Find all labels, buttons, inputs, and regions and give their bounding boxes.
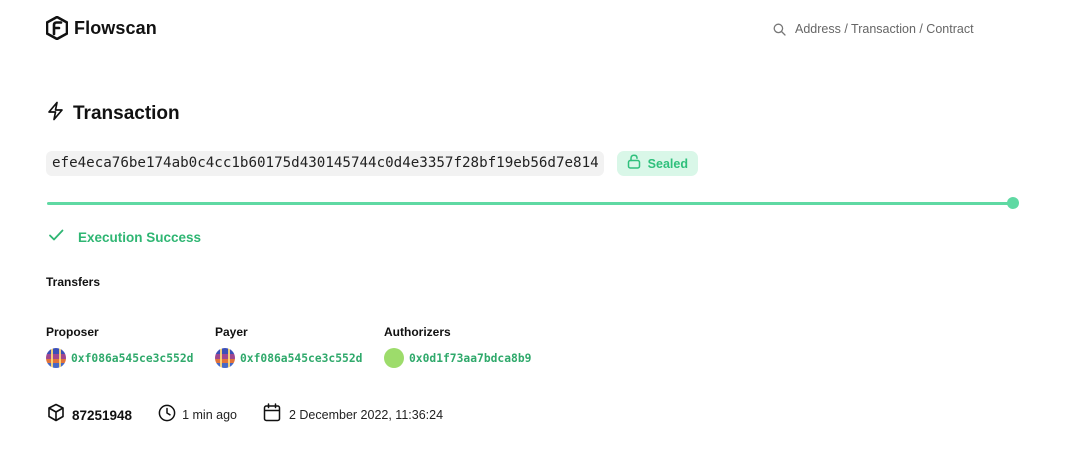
block-height-value[interactable]: 87251948 (72, 408, 132, 423)
avatar (384, 348, 404, 368)
block-height: 87251948 (47, 403, 132, 427)
status-badge: Sealed (616, 151, 698, 176)
clock-icon (158, 404, 176, 427)
top-header: Flowscan Address / Transaction / Contrac… (0, 0, 1076, 60)
page-title: Transaction (73, 102, 180, 124)
payer-label: Payer (215, 325, 248, 339)
timestamp-value: 2 December 2022, 11:36:24 (288, 408, 444, 422)
transaction-hash-row: efe4eca76be174ab0c4cc1b60175d430145744c0… (46, 151, 698, 176)
timestamp: 2 December 2022, 11:36:24 (263, 403, 443, 427)
execution-status: Execution Success (48, 227, 201, 248)
progress-end-dot (1007, 197, 1019, 209)
proposer-address-link[interactable]: 0xf086a545ce3c552d (71, 352, 193, 365)
progress-bar (47, 202, 1013, 205)
execution-status-label: Execution Success (78, 230, 202, 245)
authorizer-address-link[interactable]: 0x0d1f73aa7bdca8b9 (409, 352, 531, 365)
search-input[interactable]: Address / Transaction / Contract (773, 22, 974, 36)
checkmark-icon (48, 227, 64, 248)
lock-icon (627, 153, 641, 174)
brand-name: Flowscan (74, 17, 157, 38)
authorizers-block: Authorizers 0x0d1f73aa7bdca8b9 (384, 325, 531, 368)
payer-address-link[interactable]: 0xf086a545ce3c552d (240, 352, 362, 365)
time-ago-value: 1 min ago (182, 408, 237, 422)
proposer-label: Proposer (46, 325, 99, 339)
cube-icon (47, 403, 65, 427)
brand-logo[interactable]: Flowscan (46, 16, 157, 40)
authorizers-label: Authorizers (384, 325, 451, 339)
time-ago: 1 min ago (158, 404, 237, 427)
avatar (215, 348, 235, 368)
payer-block: Payer 0xf086a545ce3c552d (215, 325, 362, 368)
calendar-icon (263, 403, 281, 427)
search-placeholder: Address / Transaction / Contract (795, 22, 974, 36)
proposer-block: Proposer 0xf086a545ce3c552d (46, 325, 193, 368)
transaction-hash[interactable]: efe4eca76be174ab0c4cc1b60175d430145744c0… (46, 151, 604, 176)
lightning-icon (46, 101, 65, 126)
transfers-heading: Transfers (46, 275, 101, 289)
avatar (46, 348, 66, 368)
page-title-row: Transaction (46, 101, 180, 126)
search-icon (773, 23, 786, 36)
status-badge-label: Sealed (647, 156, 688, 171)
flowscan-logo-icon (46, 16, 68, 40)
transaction-meta: 87251948 1 min ago 2 December 2022, 11:3… (47, 403, 443, 427)
